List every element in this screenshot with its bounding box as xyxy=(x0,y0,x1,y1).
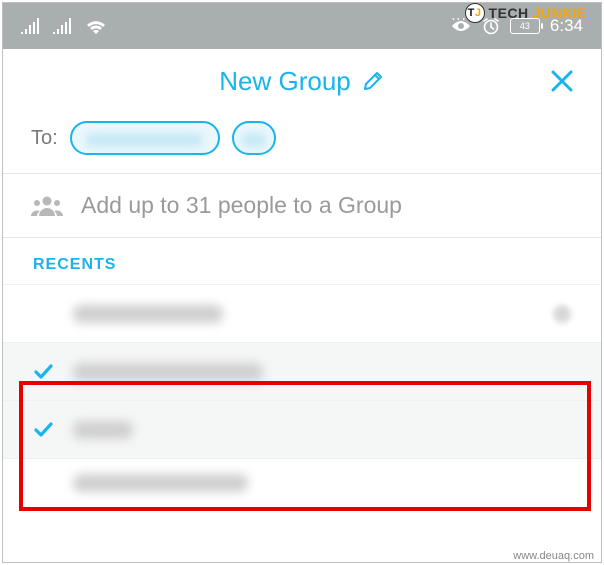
list-item[interactable] xyxy=(3,284,601,342)
pencil-icon xyxy=(361,69,385,93)
recipients-row: To: xyxy=(3,113,601,173)
list-item[interactable] xyxy=(3,342,601,400)
recipient-chip[interactable] xyxy=(70,121,220,155)
list-item[interactable] xyxy=(3,458,601,506)
add-people-placeholder: Add up to 31 people to a Group xyxy=(81,192,402,219)
signal-icon-2 xyxy=(53,18,71,34)
recipient-chip[interactable] xyxy=(232,121,276,155)
title-text: New Group xyxy=(219,66,351,97)
group-icon xyxy=(31,194,63,218)
add-people-field[interactable]: Add up to 31 people to a Group xyxy=(3,174,601,237)
contact-name-blurred xyxy=(73,474,248,492)
title-bar: New Group xyxy=(3,49,601,113)
contact-name-blurred xyxy=(73,305,223,323)
battery-icon: 43 xyxy=(510,18,540,34)
contact-name-blurred xyxy=(73,421,133,439)
checkmark-icon xyxy=(33,420,55,440)
list-item[interactable] xyxy=(3,400,601,458)
contact-name-blurred xyxy=(73,363,263,381)
close-button[interactable] xyxy=(549,68,575,94)
contact-avatar-blurred xyxy=(553,305,571,323)
wifi-icon xyxy=(85,18,107,34)
battery-percent: 43 xyxy=(520,21,530,31)
to-label: To: xyxy=(31,127,58,150)
section-header-recents: RECENTS xyxy=(3,238,601,284)
page-title[interactable]: New Group xyxy=(219,66,385,97)
recents-list xyxy=(3,284,601,506)
techjunkie-logo-icon: TJ xyxy=(465,3,485,23)
footer-watermark: www.deuaq.com xyxy=(510,550,597,562)
signal-icon xyxy=(21,18,39,34)
close-icon xyxy=(549,68,575,94)
watermark-text-junkie: JUNKIE xyxy=(533,5,587,21)
checkmark-icon xyxy=(33,362,55,382)
